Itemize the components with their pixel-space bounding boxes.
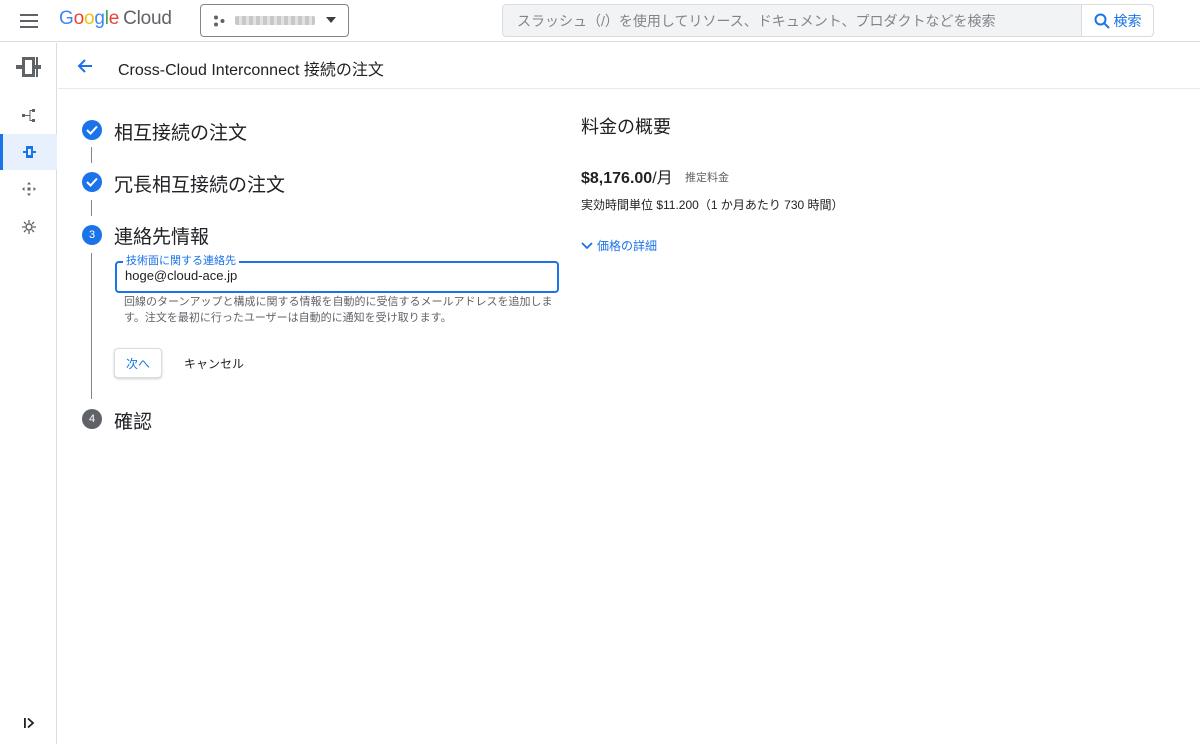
interconnect-icon: [15, 57, 41, 77]
technical-contact-label: 技術面に関する連絡先: [123, 254, 239, 268]
topology-icon: [21, 109, 35, 122]
step-2-check: [82, 172, 102, 192]
check-icon: [86, 177, 98, 187]
price-details-label: 価格の詳細: [597, 239, 658, 253]
search-bar: 検索: [502, 4, 1154, 37]
step-4-number: 4: [82, 409, 102, 429]
contact-help-text: 回線のターンアップと構成に関する情報を自動的に受信するメールアドレスを追加します…: [124, 296, 553, 324]
hourly-price: 実効時間単位 $11.200（1 か月あたり 730 時間）: [581, 198, 844, 212]
step-2-title[interactable]: 冗長相互接続の注文: [114, 170, 285, 197]
order-stepper: 相互接続の注文 冗長相互接続の注文 3 連絡先情報 技術面に関する連絡先 回線の…: [58, 89, 578, 489]
rail-item-settings[interactable]: [0, 209, 57, 245]
page-header: Cross-Cloud Interconnect 接続の注文: [58, 43, 1200, 89]
back-button[interactable]: [72, 53, 98, 79]
top-bar: GoogleCloud my-project-name 検索: [0, 0, 1200, 42]
rail-item-interconnect[interactable]: [0, 134, 57, 170]
check-icon: [86, 125, 98, 135]
chevron-down-icon: [581, 241, 593, 249]
page-title: Cross-Cloud Interconnect 接続の注文: [118, 62, 384, 79]
step-4-title[interactable]: 確認: [114, 407, 152, 434]
monthly-price-unit: /月: [652, 170, 673, 187]
step-connector: [91, 253, 92, 399]
monthly-price: $8,176.00/月: [581, 164, 673, 188]
project-icon: [214, 15, 225, 26]
main-menu-button[interactable]: [14, 7, 44, 35]
technical-contact-input[interactable]: [125, 268, 545, 283]
back-arrow-icon: [77, 59, 92, 73]
rail-item-topology[interactable]: [0, 98, 57, 134]
settings-icon: [21, 220, 36, 234]
project-name: my-project-name: [235, 16, 315, 25]
step-3-title[interactable]: 連絡先情報: [114, 222, 209, 249]
step-connector: [91, 200, 92, 216]
monthly-price-value: $8,176.00: [581, 170, 653, 187]
rail-item-network[interactable]: [0, 171, 57, 207]
google-cloud-logo[interactable]: Google Cloud: [59, 8, 172, 30]
search-button[interactable]: 検索: [1081, 5, 1153, 36]
expand-rail-button[interactable]: [18, 712, 40, 734]
price-estimate-note: 推定料金: [685, 172, 729, 184]
step-1-check: [82, 120, 102, 140]
search-input[interactable]: [503, 5, 1081, 36]
expand-rail-icon: [24, 717, 35, 729]
connection-icon: [23, 146, 36, 158]
step-connector: [91, 147, 92, 163]
technical-contact-field[interactable]: 技術面に関する連絡先: [115, 254, 559, 293]
network-icon: [21, 182, 36, 196]
left-nav-rail: [0, 43, 57, 744]
caret-down-icon: [326, 17, 336, 23]
pricing-title: 料金の概要: [581, 117, 671, 137]
project-picker[interactable]: my-project-name: [200, 4, 349, 37]
cancel-button[interactable]: キャンセル: [174, 348, 254, 378]
search-icon: [1094, 13, 1110, 29]
step-3-number: 3: [82, 225, 102, 245]
next-button[interactable]: 次へ: [114, 348, 162, 378]
step-1-title[interactable]: 相互接続の注文: [114, 118, 247, 145]
menu-icon: [20, 14, 38, 28]
price-details-toggle[interactable]: 価格の詳細: [581, 237, 657, 254]
rail-product-icon[interactable]: [0, 49, 57, 85]
search-button-label: 検索: [1113, 12, 1142, 29]
